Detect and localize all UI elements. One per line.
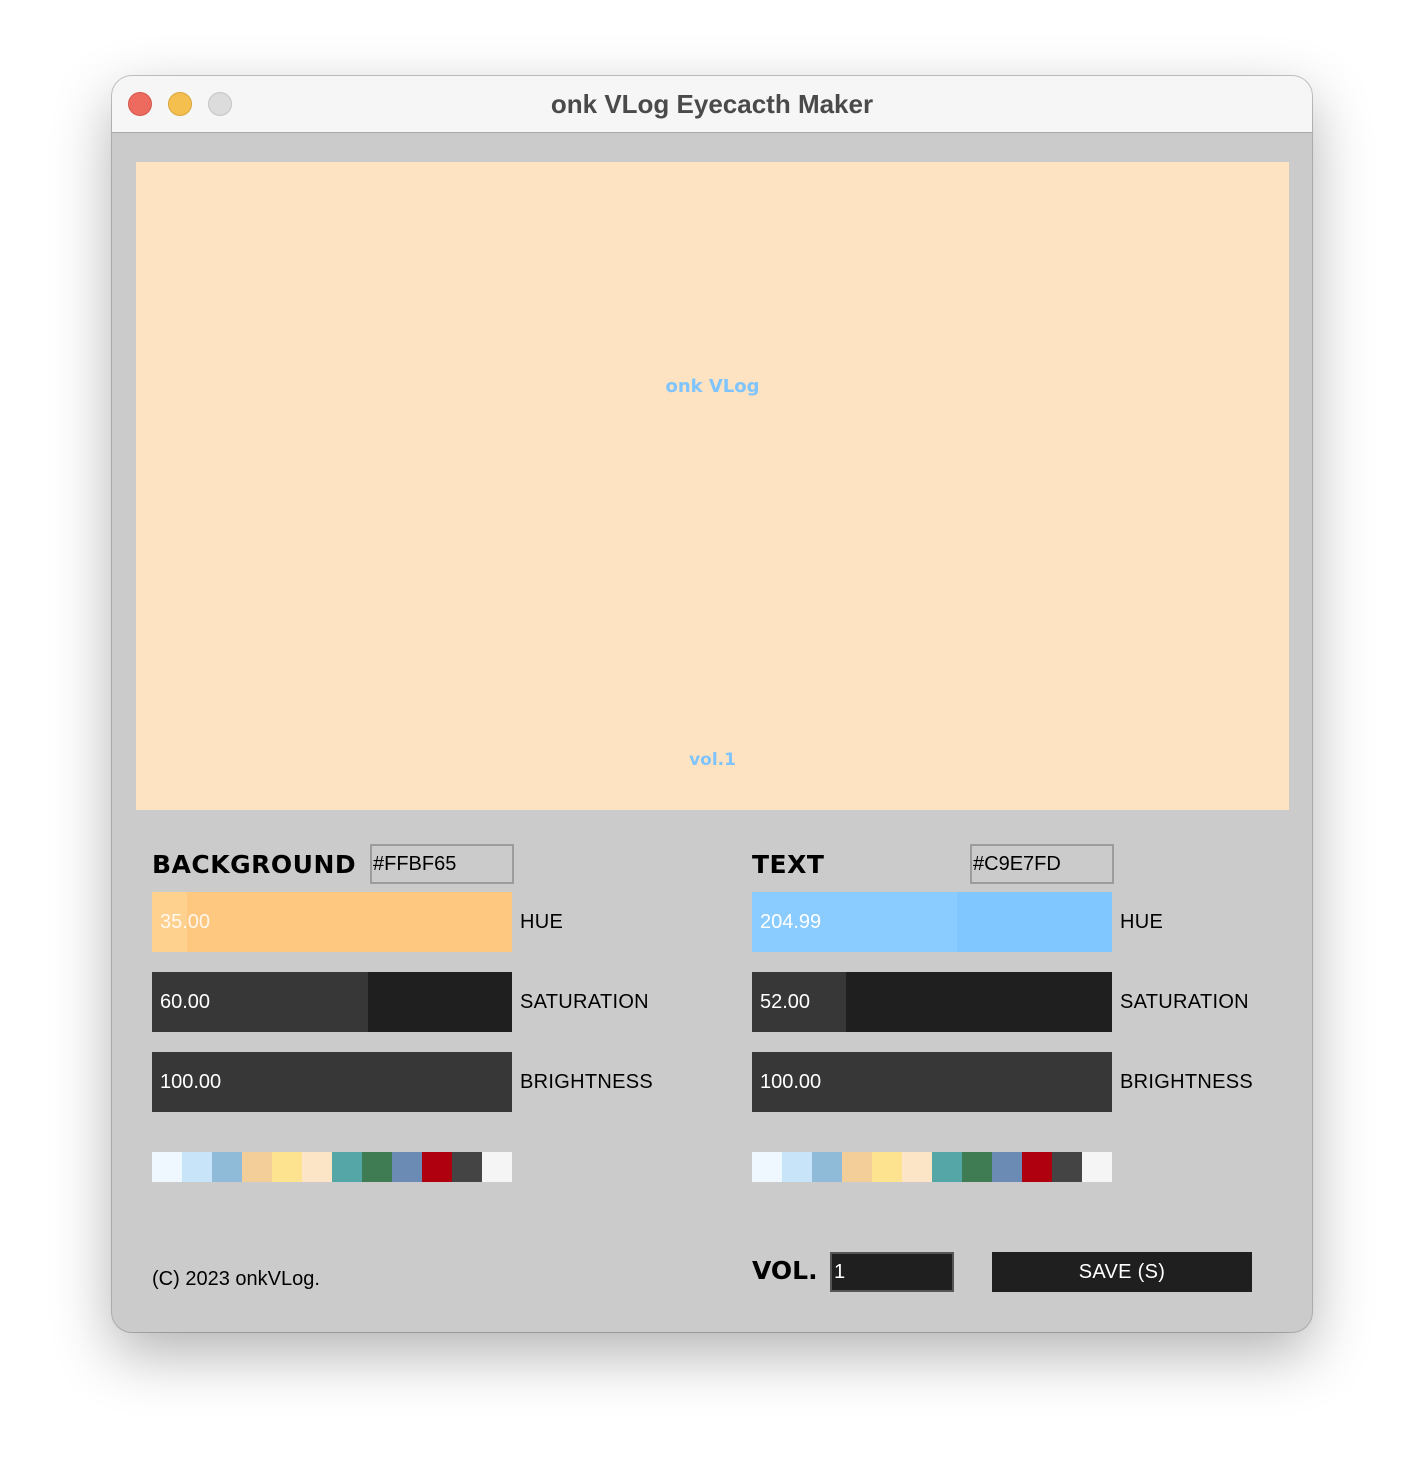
text-swatch-12[interactable] bbox=[1082, 1152, 1112, 1182]
text-saturation-label: SATURATION bbox=[1120, 991, 1249, 1013]
copyright-text: (C) 2023 onkVLog. bbox=[152, 1268, 320, 1290]
text-saturation-slider[interactable]: 52.00 bbox=[752, 972, 1112, 1032]
background-swatch-10[interactable] bbox=[422, 1152, 452, 1182]
background-hue-value: 35.00 bbox=[160, 911, 211, 933]
preview-volume-text: vol.1 bbox=[689, 750, 736, 770]
text-hue-value: 204.99 bbox=[760, 911, 822, 933]
background-swatch-5[interactable] bbox=[272, 1152, 302, 1182]
background-swatch-11[interactable] bbox=[452, 1152, 482, 1182]
vol-label: VOL. bbox=[752, 1256, 818, 1285]
background-swatch-7[interactable] bbox=[332, 1152, 362, 1182]
app-window: onk VLog Eyecacth Maker onk VLog vol.1 B… bbox=[112, 76, 1312, 1332]
window-title: onk VLog Eyecacth Maker bbox=[550, 89, 874, 119]
text-swatch-5[interactable] bbox=[872, 1152, 902, 1182]
text-hue-label: HUE bbox=[1120, 911, 1164, 933]
text-swatch-11[interactable] bbox=[1052, 1152, 1082, 1182]
background-swatch-6[interactable] bbox=[302, 1152, 332, 1182]
text-swatch-3[interactable] bbox=[812, 1152, 842, 1182]
background-swatch-2[interactable] bbox=[182, 1152, 212, 1182]
background-brightness-slider[interactable]: 100.00 bbox=[152, 1052, 512, 1112]
background-swatch-3[interactable] bbox=[212, 1152, 242, 1182]
background-hue-label: HUE bbox=[520, 911, 564, 933]
background-hex-input[interactable]: #FFBF65 bbox=[370, 844, 514, 884]
text-hue-slider[interactable]: 204.99 bbox=[752, 892, 1112, 952]
background-saturation-slider[interactable]: 60.00 bbox=[152, 972, 512, 1032]
text-swatch-4[interactable] bbox=[842, 1152, 872, 1182]
background-brightness-value: 100.00 bbox=[160, 1071, 222, 1093]
save-button[interactable]: SAVE (S) bbox=[992, 1252, 1252, 1292]
background-swatch-1[interactable] bbox=[152, 1152, 182, 1182]
text-swatch-7[interactable] bbox=[932, 1152, 962, 1182]
text-brightness-label: BRIGHTNESS bbox=[1120, 1071, 1254, 1093]
background-palette bbox=[152, 1152, 512, 1182]
background-swatch-9[interactable] bbox=[392, 1152, 422, 1182]
background-hue-slider[interactable]: 35.00 bbox=[152, 892, 512, 952]
text-swatch-2[interactable] bbox=[782, 1152, 812, 1182]
text-swatch-6[interactable] bbox=[902, 1152, 932, 1182]
background-saturation-label: SATURATION bbox=[520, 991, 649, 1013]
text-swatch-8[interactable] bbox=[962, 1152, 992, 1182]
title-bar: onk VLog Eyecacth Maker bbox=[112, 76, 1312, 133]
text-section-label: TEXT bbox=[752, 850, 825, 879]
preview-title-text: onk VLog bbox=[665, 376, 760, 397]
text-palette bbox=[752, 1152, 1112, 1182]
background-section-label: BACKGROUND bbox=[152, 850, 357, 879]
text-hex-input[interactable]: #C9E7FD bbox=[970, 844, 1114, 884]
eyecatch-preview: onk VLog vol.1 bbox=[136, 162, 1289, 810]
background-swatch-4[interactable] bbox=[242, 1152, 272, 1182]
text-brightness-slider[interactable]: 100.00 bbox=[752, 1052, 1112, 1112]
background-brightness-label: BRIGHTNESS bbox=[520, 1071, 654, 1093]
background-saturation-value: 60.00 bbox=[160, 991, 211, 1013]
text-swatch-10[interactable] bbox=[1022, 1152, 1052, 1182]
vol-input[interactable]: 1 bbox=[830, 1252, 954, 1292]
text-saturation-value: 52.00 bbox=[760, 991, 811, 1013]
text-swatch-9[interactable] bbox=[992, 1152, 1022, 1182]
text-swatch-1[interactable] bbox=[752, 1152, 782, 1182]
text-brightness-value: 100.00 bbox=[760, 1071, 822, 1093]
background-swatch-12[interactable] bbox=[482, 1152, 512, 1182]
background-swatch-8[interactable] bbox=[362, 1152, 392, 1182]
